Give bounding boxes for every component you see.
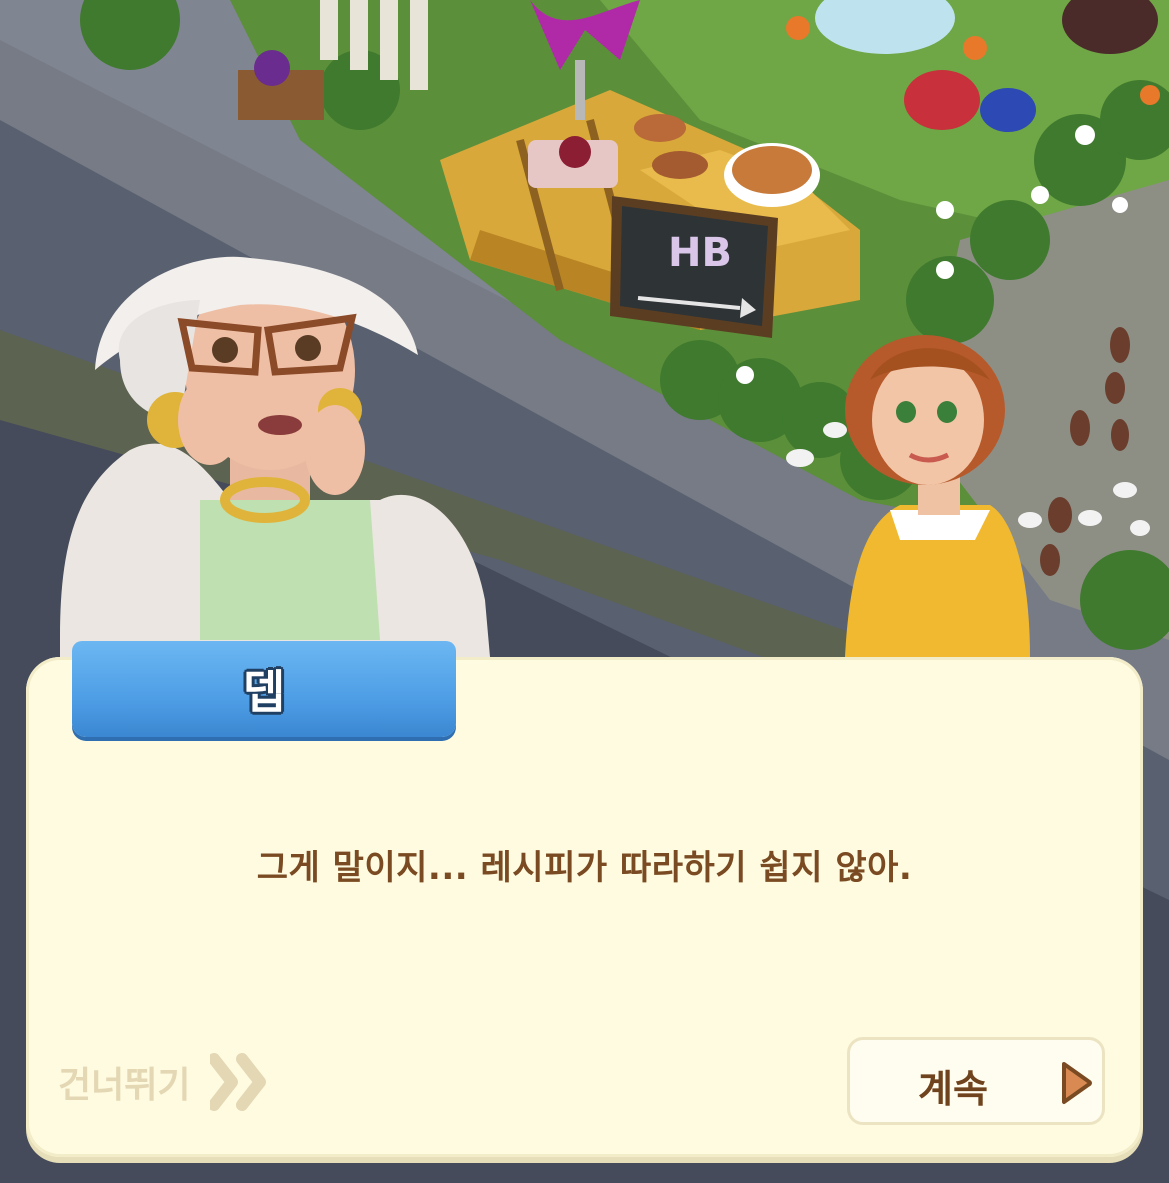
speaker-name-tag: 뎁 [72,641,456,737]
svg-text:HB: HB [668,230,732,276]
skip-button[interactable]: 건너뛰기 [58,1050,274,1114]
continue-button[interactable]: 계속 [847,1037,1105,1125]
dialog-message: 그게 말이지... 레시피가 따라하기 쉽지 않아. [256,848,913,888]
speaker-name: 뎁 [242,665,286,719]
play-arrow-icon [1062,1062,1092,1104]
skip-label: 건너뛰기 [58,1065,191,1106]
continue-label: 계속 [918,1067,988,1111]
double-chevron-right-icon [210,1053,267,1111]
chalkboard-sign: HB [610,196,778,338]
